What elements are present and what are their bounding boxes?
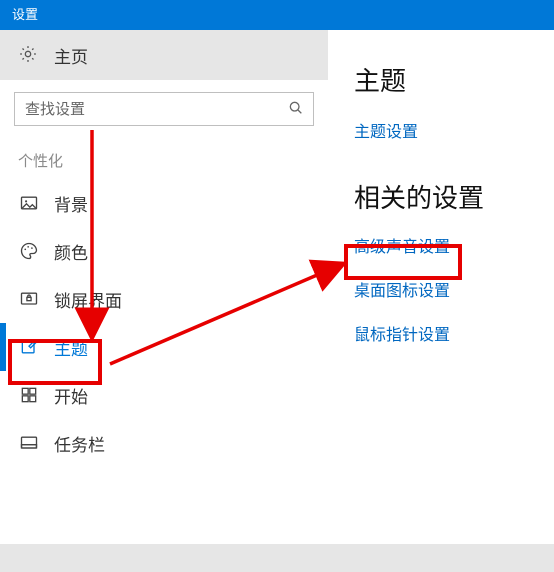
sidebar-item-background[interactable]: 背景 bbox=[0, 179, 328, 227]
sidebar-item-label: 颜色 bbox=[54, 239, 88, 264]
sidebar-item-label: 任务栏 bbox=[54, 431, 105, 456]
sidebar: 主页 个性化 背景 bbox=[0, 30, 328, 544]
sidebar-category: 个性化 bbox=[0, 132, 328, 179]
bottom-bar bbox=[0, 544, 554, 572]
taskbar-icon bbox=[18, 432, 40, 454]
search-wrap bbox=[0, 80, 328, 132]
content-pane: 主题 主题设置 相关的设置 高级声音设置 桌面图标设置 鼠标指针设置 bbox=[328, 30, 554, 544]
search-input[interactable] bbox=[14, 92, 314, 126]
page-heading: 主题 bbox=[354, 61, 540, 98]
link-desktop-icons[interactable]: 桌面图标设置 bbox=[354, 277, 540, 301]
sidebar-item-label: 锁屏界面 bbox=[54, 287, 122, 312]
theme-icon bbox=[18, 336, 40, 358]
home-label: 主页 bbox=[54, 43, 88, 68]
gear-icon bbox=[18, 44, 40, 66]
window-title: 设置 bbox=[12, 7, 38, 22]
home-button[interactable]: 主页 bbox=[0, 30, 328, 80]
link-mouse-pointer[interactable]: 鼠标指针设置 bbox=[354, 321, 540, 345]
sidebar-item-colors[interactable]: 颜色 bbox=[0, 227, 328, 275]
sidebar-item-lockscreen[interactable]: 锁屏界面 bbox=[0, 275, 328, 323]
app-body: 主页 个性化 背景 bbox=[0, 30, 554, 544]
link-advanced-sound[interactable]: 高级声音设置 bbox=[354, 233, 540, 257]
link-theme-settings[interactable]: 主题设置 bbox=[354, 118, 540, 142]
sidebar-item-themes[interactable]: 主题 bbox=[0, 323, 328, 371]
sidebar-item-taskbar[interactable]: 任务栏 bbox=[0, 419, 328, 467]
sidebar-item-label: 开始 bbox=[54, 383, 88, 408]
lockscreen-icon bbox=[18, 288, 40, 310]
palette-icon bbox=[18, 240, 40, 262]
window-title-bar: 设置 bbox=[0, 0, 554, 30]
sidebar-item-label: 背景 bbox=[54, 191, 88, 216]
sidebar-item-start[interactable]: 开始 bbox=[0, 371, 328, 419]
related-heading: 相关的设置 bbox=[354, 178, 540, 215]
sidebar-item-label: 主题 bbox=[54, 335, 88, 360]
start-icon bbox=[18, 384, 40, 406]
image-icon bbox=[18, 192, 40, 214]
